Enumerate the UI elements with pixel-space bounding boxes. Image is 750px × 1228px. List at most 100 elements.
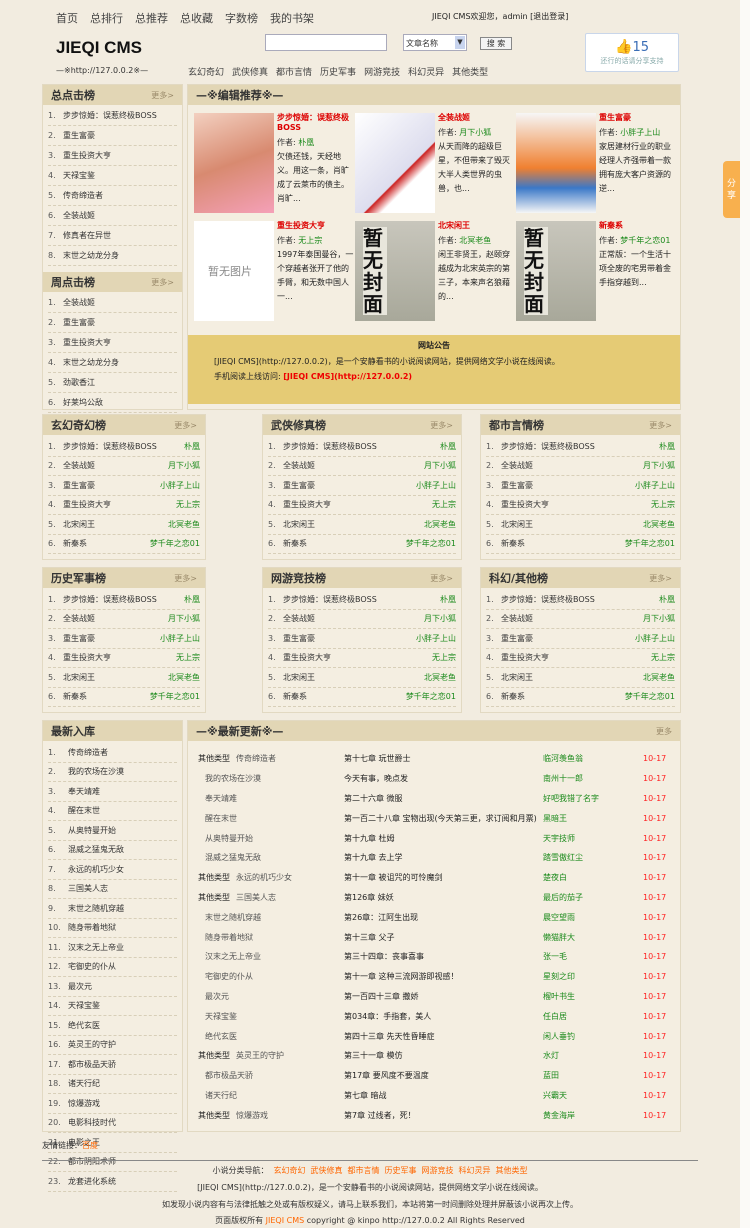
more-link[interactable]: 更多> — [649, 573, 672, 584]
list-item[interactable]: 20. 电影科技时代 — [48, 1114, 177, 1133]
book-author[interactable]: 无上宗 — [176, 652, 200, 663]
book-title[interactable]: 新秦系 — [63, 538, 87, 549]
item-title[interactable]: 惊爆游戏 — [68, 1098, 100, 1109]
book-title[interactable]: 北宋闲王 — [501, 519, 533, 530]
book-author[interactable]: 天宇技师 — [543, 833, 643, 844]
item-title[interactable]: 最次元 — [68, 981, 92, 992]
item-title[interactable]: 传奇缔造者 — [63, 190, 103, 201]
book-author[interactable]: 梦千年之恋01 — [625, 691, 675, 702]
list-item[interactable]: 18. 诸天行纪 — [48, 1075, 177, 1094]
book-author[interactable]: 梦千年之恋01 — [150, 691, 200, 702]
book-title[interactable]: 新秦系 — [283, 691, 307, 702]
top-nav-item[interactable]: 我的书架 — [270, 10, 314, 26]
item-title[interactable]: 电影科技时代 — [68, 1117, 116, 1128]
rank-item[interactable]: 4. 重生投资大亨 无上宗 — [486, 496, 675, 515]
book-title[interactable]: 重生富豪 — [501, 633, 533, 644]
book-author[interactable]: 北冥老鱼 — [643, 519, 675, 530]
rank-item[interactable]: 4. 重生投资大亨 无上宗 — [486, 649, 675, 668]
list-item[interactable]: 8. 末世之幼龙分身 — [48, 246, 177, 266]
book-author[interactable]: 朴凰 — [659, 594, 675, 605]
chapter-link[interactable]: 第七章 暗战 — [344, 1090, 543, 1101]
book-title[interactable]: 永远的机巧少女 — [236, 873, 292, 882]
chapter-link[interactable]: 第17章 要风度不要温度 — [344, 1070, 543, 1081]
list-item[interactable]: 3. 重生投资大亨 — [48, 333, 177, 353]
chapter-link[interactable]: 第二十六章 微服 — [344, 793, 543, 804]
book-author[interactable]: 无上宗 — [432, 652, 456, 663]
book-title[interactable]: 诸天行纪 — [205, 1091, 237, 1100]
top-nav-item[interactable]: 字数榜 — [225, 10, 258, 26]
book-title[interactable]: 重生富豪 — [63, 480, 95, 491]
book-title[interactable]: 全装战姬 — [501, 460, 533, 471]
book-author[interactable]: 梦千年之恋01 — [406, 691, 456, 702]
book-author[interactable]: 踏雪傲红尘 — [543, 852, 643, 863]
book-title[interactable]: 宅御史的仆从 — [205, 972, 253, 981]
rank-item[interactable]: 1. 步步惊婚：误惹终极BOSS 朴凰 — [48, 590, 200, 610]
book-author[interactable]: 北冥老鱼 — [643, 672, 675, 683]
list-item[interactable]: 10. 随身带着地狱 — [48, 919, 177, 938]
book-title[interactable]: 重生富豪 — [501, 480, 533, 491]
rank-item[interactable]: 2. 全装战姬 月下小狐 — [48, 610, 200, 629]
rank-item[interactable]: 4. 重生投资大亨 无上宗 — [48, 496, 200, 515]
rank-item[interactable]: 5. 北宋闲王 北冥老鱼 — [48, 668, 200, 688]
item-title[interactable]: 末世之随机穿越 — [68, 903, 124, 914]
list-item[interactable]: 6. 全装战姬 — [48, 206, 177, 226]
book-title[interactable]: 醒在末世 — [205, 814, 237, 823]
item-title[interactable]: 重生投资大亨 — [63, 337, 111, 348]
rank-item[interactable]: 1. 步步惊婚：误惹终极BOSS 朴凰 — [486, 437, 675, 457]
item-title[interactable]: 都市极品天骄 — [68, 1059, 116, 1070]
item-title[interactable]: 醒在末世 — [68, 805, 100, 816]
book-title[interactable]: 混威之猛鬼无敌 — [205, 853, 261, 862]
book-author[interactable]: 无上宗 — [176, 499, 200, 510]
book-title[interactable]: 北宋闲王 — [501, 672, 533, 683]
book-title[interactable]: 全装战姬 — [283, 613, 315, 624]
book-author[interactable]: 朴凰 — [184, 594, 200, 605]
book-title[interactable]: 北宋闲王 — [283, 519, 315, 530]
book-author[interactable]: 张一毛 — [543, 951, 643, 962]
book-category[interactable]: 其他类型 — [198, 1111, 230, 1120]
book-cover[interactable] — [516, 113, 596, 213]
category-nav-item[interactable]: 科幻灵异 — [408, 65, 444, 78]
list-item[interactable]: 5. 从奥特曼开始 — [48, 821, 177, 841]
book-title[interactable]: 重生投资大亨 — [283, 499, 331, 510]
list-item[interactable]: 7. 永远的机巧少女 — [48, 860, 177, 880]
list-item[interactable]: 3. 重生投资大亨 — [48, 146, 177, 166]
book-title[interactable]: 北宋闲王 — [438, 221, 516, 231]
book-title[interactable]: 步步惊婚：误惹终极BOSS — [283, 441, 377, 452]
book-title[interactable]: 北宋闲王 — [63, 519, 95, 530]
rank-item[interactable]: 1. 步步惊婚：误惹终极BOSS 朴凰 — [268, 590, 456, 610]
list-item[interactable]: 8. 三国美人志 — [48, 880, 177, 899]
footer-category-link[interactable]: 网游竞技 — [422, 1166, 454, 1175]
book-title[interactable]: 末世之随机穿越 — [205, 913, 261, 922]
book-title[interactable]: 步步惊婚：误惹终极BOSS — [277, 113, 355, 133]
book-title[interactable]: 绝代玄医 — [205, 1032, 237, 1041]
book-title[interactable]: 惊爆游戏 — [236, 1111, 268, 1120]
book-title[interactable]: 英灵王的守护 — [236, 1051, 284, 1060]
list-item[interactable]: 9. 末世之随机穿越 — [48, 899, 177, 919]
side-share-button[interactable]: 分享 — [723, 161, 740, 218]
rank-item[interactable]: 3. 重生富豪 小胖子上山 — [268, 629, 456, 649]
category-nav-item[interactable]: 武侠修真 — [232, 65, 268, 78]
category-nav-item[interactable]: 都市言情 — [276, 65, 312, 78]
category-nav-item[interactable]: 历史军事 — [320, 65, 356, 78]
book-author[interactable]: 梦千年之恋01 — [406, 538, 456, 549]
book-author[interactable]: 小胖子上山 — [160, 480, 200, 491]
footer-category-link[interactable]: 其他类型 — [496, 1166, 528, 1175]
item-title[interactable]: 汉末之无上帝业 — [68, 942, 124, 953]
book-category[interactable]: 其他类型 — [198, 893, 230, 902]
item-title[interactable]: 永远的机巧少女 — [68, 864, 124, 875]
welcome-text[interactable]: JIEQI CMS欢迎您，admin [退出登录] — [432, 11, 568, 22]
book-category[interactable]: 其他类型 — [198, 873, 230, 882]
book-title[interactable]: 重生富豪 — [63, 633, 95, 644]
book-title[interactable]: 汉末之无上帝业 — [205, 952, 261, 961]
book-cover[interactable]: 暂无图片 — [194, 221, 274, 321]
footer-category-link[interactable]: 历史军事 — [385, 1166, 417, 1175]
rank-item[interactable]: 6. 新秦系 梦千年之恋01 — [268, 688, 456, 707]
item-title[interactable]: 奉天靖难 — [68, 786, 100, 797]
top-nav-item[interactable]: 首页 — [56, 10, 78, 26]
book-author[interactable]: 小胖子上山 — [635, 633, 675, 644]
item-title[interactable]: 重生投资大亨 — [63, 150, 111, 161]
item-title[interactable]: 我的农场在沙漠 — [68, 766, 124, 777]
list-item[interactable]: 12. 宅御史的仆从 — [48, 958, 177, 977]
rank-item[interactable]: 1. 步步惊婚：误惹终极BOSS 朴凰 — [268, 437, 456, 457]
book-author[interactable]: 梦千年之恋01 — [620, 236, 670, 245]
